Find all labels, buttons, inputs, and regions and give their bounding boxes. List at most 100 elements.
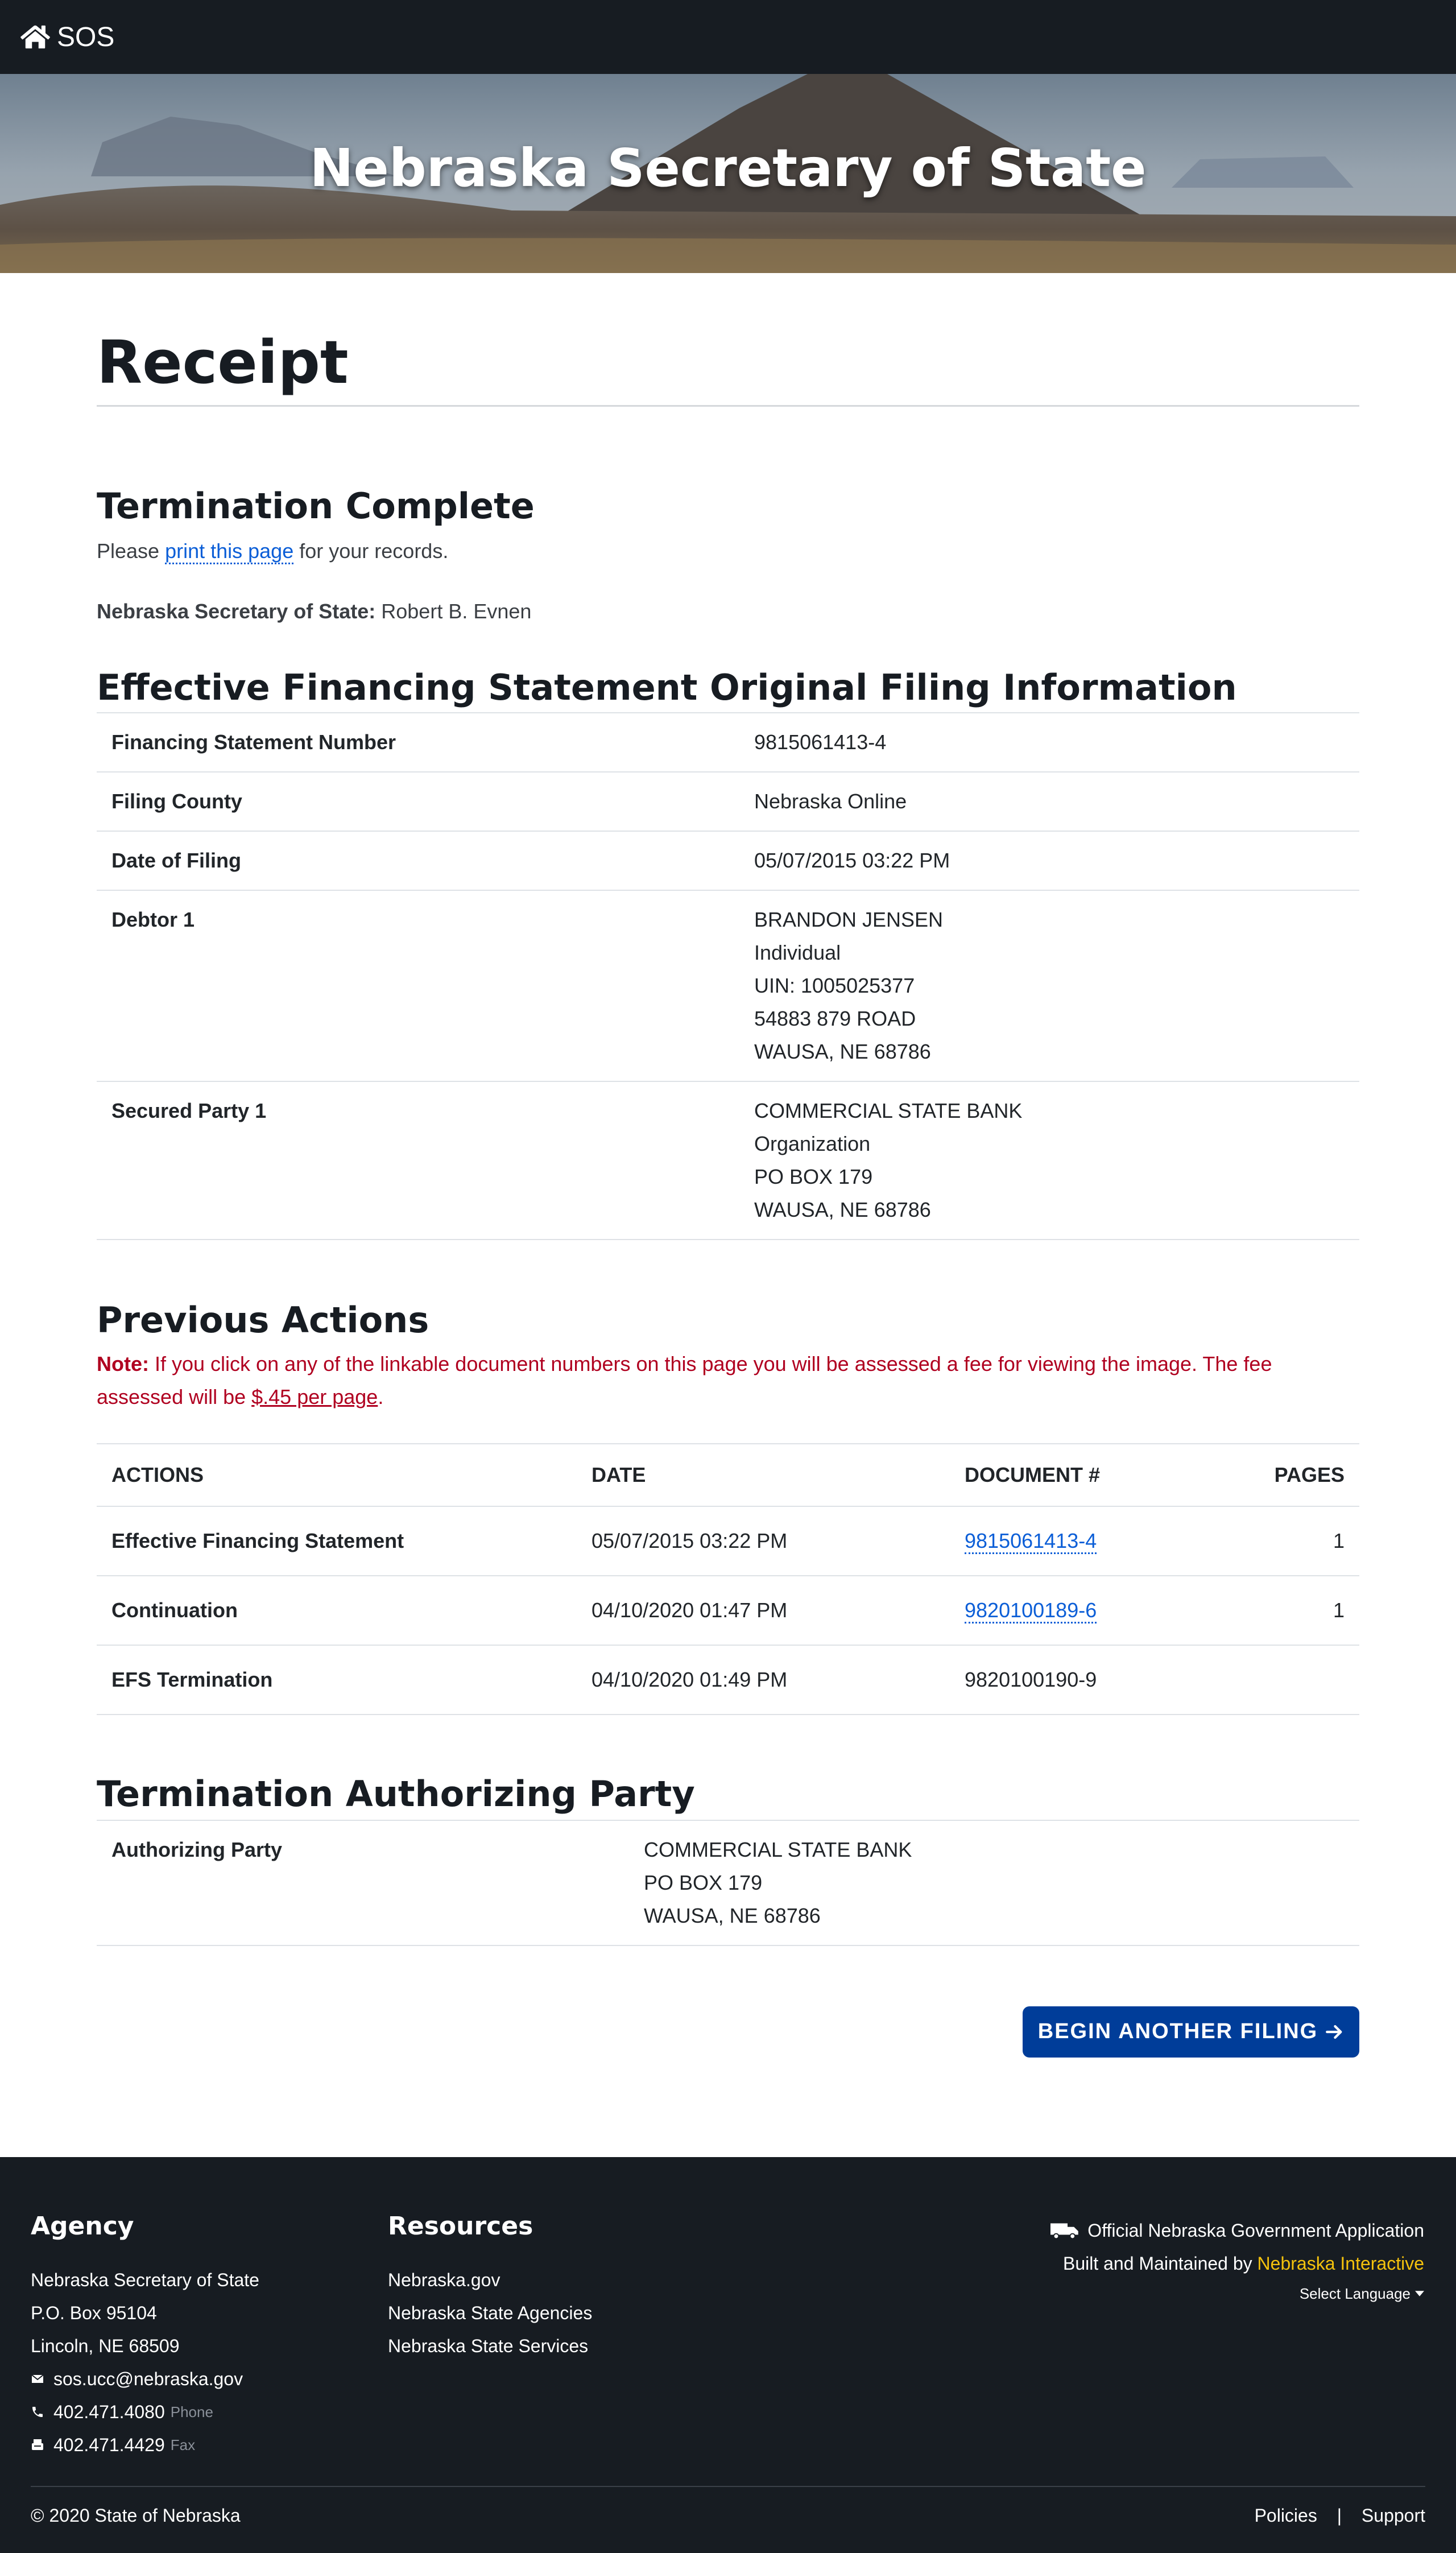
footer-official: Official Nebraska Government Application… bbox=[1050, 2214, 1424, 2307]
col-pages: PAGES bbox=[1246, 1443, 1359, 1506]
agency-name: Nebraska Secretary of State bbox=[31, 2270, 259, 2290]
value-line: WAUSA, NE 68786 bbox=[644, 1903, 821, 1927]
home-label: SOS bbox=[57, 22, 115, 52]
begin-label: BEGIN ANOTHER FILING bbox=[1037, 2019, 1318, 2044]
page-title: Receipt bbox=[97, 330, 1359, 407]
table-row: Filing County Nebraska Online bbox=[97, 771, 1359, 832]
value-line: PO BOX 179 bbox=[644, 1870, 763, 1894]
table-row: Debtor 1 BRANDON JENSEN Individual UIN: 100… bbox=[97, 890, 1359, 1082]
resource-link-state-services[interactable]: Nebraska State Services bbox=[388, 2329, 592, 2362]
date-cell: 04/10/2020 01:49 PM bbox=[577, 1644, 950, 1715]
document-number: 9820100190-9 bbox=[965, 1667, 1097, 1691]
caret-down-icon bbox=[1415, 2291, 1424, 2296]
footer-resources: Resources Nebraska.gov Nebraska State Ag… bbox=[388, 2212, 592, 2362]
home-icon bbox=[20, 25, 50, 49]
agency-fax: 402.471.4429 Fax bbox=[31, 2428, 259, 2461]
pages-cell: 1 bbox=[1246, 1575, 1359, 1645]
efs-heading: Effective Financing Statement Original F… bbox=[97, 666, 1237, 708]
value-line: WAUSA, NE 68786 bbox=[754, 1198, 931, 1222]
authorizing-value: COMMERCIAL STATE BANK PO BOX 179 WAUSA, … bbox=[629, 1819, 1359, 1946]
action-cell: Continuation bbox=[97, 1575, 577, 1645]
action-cell: EFS Termination bbox=[97, 1644, 577, 1715]
document-link[interactable]: 9815061413-4 bbox=[965, 1529, 1097, 1554]
table-row: Effective Financing Statement 05/07/2015 … bbox=[97, 1505, 1359, 1576]
official-line: Official Nebraska Government Application bbox=[1050, 2214, 1424, 2247]
top-navbar: SOS bbox=[0, 0, 1456, 74]
field-label: Debtor 1 bbox=[97, 890, 739, 1082]
support-link[interactable]: Support bbox=[1362, 2505, 1425, 2526]
document-cell: 9815061413-4 bbox=[950, 1505, 1246, 1576]
footer-bottom: © 2020 State of Nebraska Policies | Supp… bbox=[31, 2505, 1425, 2526]
agency-email[interactable]: sos.ucc@nebraska.gov bbox=[31, 2362, 259, 2395]
value-line: 05/07/2015 03:22 PM bbox=[754, 849, 950, 873]
email-text: sos.ucc@nebraska.gov bbox=[53, 2369, 243, 2389]
footer-separator: | bbox=[1337, 2505, 1342, 2526]
pages-cell bbox=[1246, 1644, 1359, 1715]
footer-agency: Agency Nebraska Secretary of State P.O. … bbox=[31, 2212, 259, 2461]
field-label: Filing County bbox=[97, 771, 739, 832]
fax-label: Fax bbox=[170, 2436, 196, 2453]
fee-link[interactable]: $.45 per page bbox=[251, 1385, 378, 1408]
action-cell: Effective Financing Statement bbox=[97, 1505, 577, 1576]
authorizing-table: Authorizing Party COMMERCIAL STATE BANK … bbox=[97, 1819, 1359, 1946]
policies-link[interactable]: Policies bbox=[1255, 2505, 1317, 2526]
print-prefix: Please bbox=[97, 539, 166, 563]
resource-link-nebraska-gov[interactable]: Nebraska.gov bbox=[388, 2263, 592, 2296]
table-row: Secured Party 1 COMMERCIAL STATE BANK Orga… bbox=[97, 1081, 1359, 1241]
value-line: Organization bbox=[754, 1132, 871, 1156]
print-page-link[interactable]: print this page bbox=[165, 539, 294, 564]
footer: Agency Nebraska Secretary of State P.O. … bbox=[0, 2157, 1456, 2553]
official-text: Official Nebraska Government Application bbox=[1087, 2220, 1424, 2241]
value-line: BRANDON JENSEN bbox=[754, 908, 944, 932]
previous-actions-heading: Previous Actions bbox=[97, 1299, 429, 1341]
termination-heading: Termination Complete bbox=[97, 485, 535, 527]
agency-phone[interactable]: 402.471.4080 Phone bbox=[31, 2395, 259, 2428]
table-header-row: ACTIONS DATE DOCUMENT # PAGES bbox=[97, 1443, 1359, 1506]
col-date: DATE bbox=[577, 1443, 950, 1506]
previous-actions-table: ACTIONS DATE DOCUMENT # PAGES Effective … bbox=[97, 1443, 1359, 1715]
table-row: Financing Statement Number 9815061413-4 bbox=[97, 712, 1359, 772]
document-cell: 9820100190-9 bbox=[950, 1644, 1246, 1715]
col-document: DOCUMENT # bbox=[950, 1443, 1246, 1506]
date-cell: 05/07/2015 03:22 PM bbox=[577, 1505, 950, 1576]
secretary-line: Nebraska Secretary of State: Robert B. E… bbox=[97, 600, 1359, 623]
agency-po-box: P.O. Box 95104 bbox=[31, 2303, 157, 2323]
select-language[interactable]: Select Language bbox=[1050, 2280, 1424, 2307]
secretary-name: Robert B. Evnen bbox=[381, 599, 532, 623]
authorizing-heading: Termination Authorizing Party bbox=[97, 1773, 695, 1815]
col-actions: ACTIONS bbox=[97, 1443, 577, 1506]
value-line: 9815061413-4 bbox=[754, 730, 887, 754]
note-end: . bbox=[378, 1385, 384, 1408]
select-language-label: Select Language bbox=[1299, 2285, 1410, 2302]
document-link[interactable]: 9820100189-6 bbox=[965, 1598, 1097, 1623]
date-cell: 04/10/2020 01:47 PM bbox=[577, 1575, 950, 1645]
value-line: PO BOX 179 bbox=[754, 1165, 873, 1189]
authorizing-label: Authorizing Party bbox=[97, 1819, 629, 1946]
field-value: BRANDON JENSEN Individual UIN: 1005025377 5… bbox=[739, 890, 1359, 1082]
main-content: Receipt Termination Complete Please prin… bbox=[97, 273, 1359, 2060]
value-line: UIN: 1005025377 bbox=[754, 974, 915, 998]
resource-link-state-agencies[interactable]: Nebraska State Agencies bbox=[388, 2296, 592, 2329]
hero-banner: Nebraska Secretary of State bbox=[0, 74, 1456, 273]
phone-label: Phone bbox=[170, 2403, 213, 2420]
table-row: Continuation 04/10/2020 01:47 PM 982010018… bbox=[97, 1575, 1359, 1645]
value-line: COMMERCIAL STATE BANK bbox=[754, 1099, 1023, 1123]
nebraska-interactive-link[interactable]: Nebraska Interactive bbox=[1258, 2247, 1424, 2280]
value-line: Nebraska Online bbox=[754, 790, 907, 813]
phone-icon bbox=[32, 2407, 43, 2417]
field-label: Financing Statement Number bbox=[97, 712, 739, 772]
banner-title: Nebraska Secretary of State bbox=[309, 138, 1147, 199]
footer-divider bbox=[31, 2486, 1425, 2487]
copyright: © 2020 State of Nebraska bbox=[31, 2505, 241, 2526]
fax-number: 402.471.4429 bbox=[53, 2435, 165, 2455]
resources-heading: Resources bbox=[388, 2212, 533, 2241]
home-link[interactable]: SOS bbox=[20, 19, 114, 55]
value-line: Individual bbox=[754, 941, 841, 965]
field-label: Date of Filing bbox=[97, 831, 739, 891]
begin-another-filing-button[interactable]: BEGIN ANOTHER FILING bbox=[1023, 2006, 1359, 2058]
print-instructions: Please print this page for your records. bbox=[97, 539, 1359, 564]
field-value: Nebraska Online bbox=[739, 771, 1359, 832]
fax-icon bbox=[32, 2439, 43, 2450]
arrow-right-icon bbox=[1326, 2025, 1342, 2039]
truck-icon bbox=[1050, 2223, 1079, 2239]
